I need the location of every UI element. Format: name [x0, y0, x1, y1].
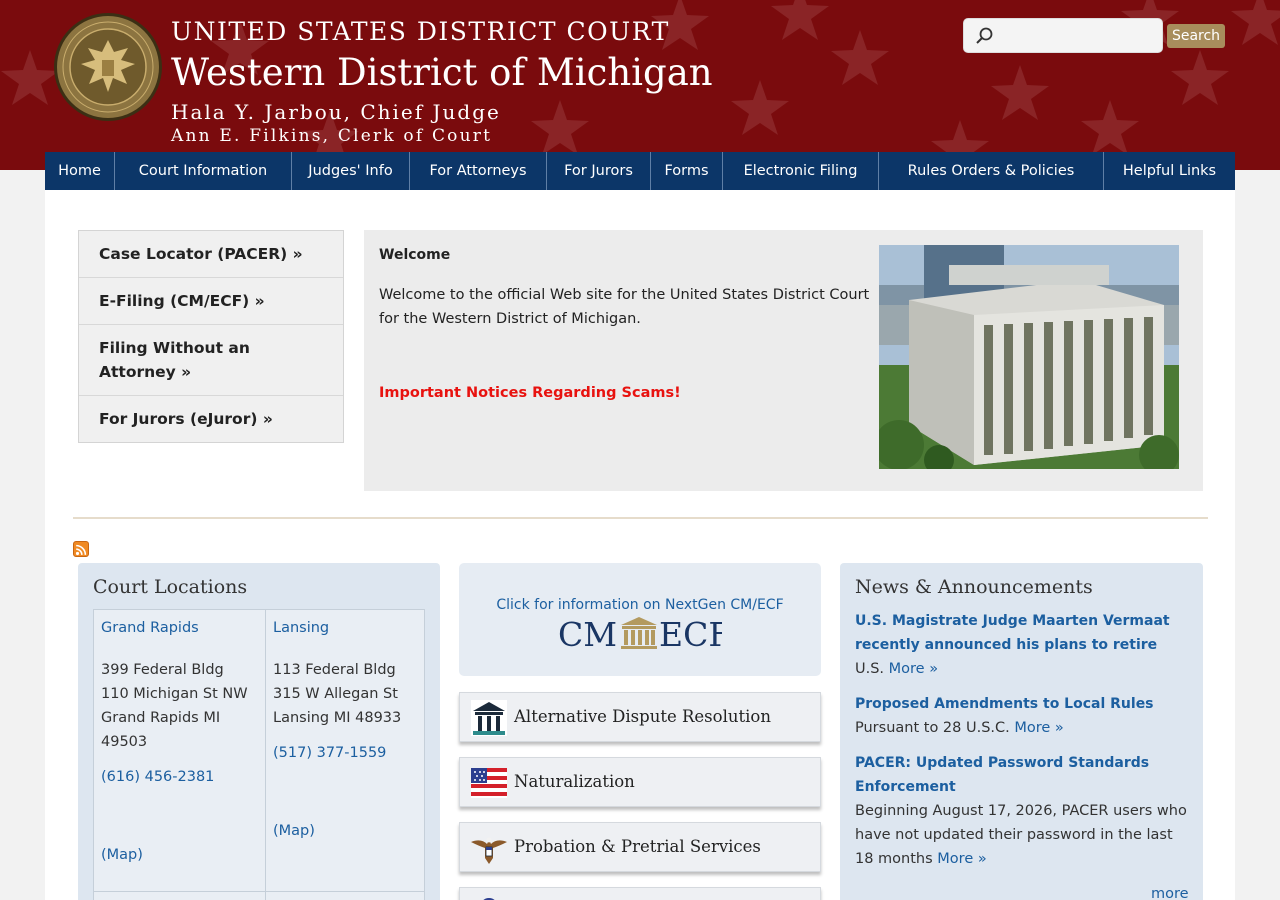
news-item-title[interactable]: Proposed Amendments to Local Rules [855, 692, 1190, 716]
district-name[interactable]: Western District of Michigan [171, 51, 713, 94]
location-lansing: Lansing 113 Federal Bldg 315 W Allegan S… [266, 610, 424, 900]
table-row-divider [266, 891, 424, 892]
location-phone-link[interactable]: (517) 377-1559 [273, 745, 386, 761]
locations-title: Court Locations [93, 576, 248, 598]
search-button[interactable]: Search [1167, 24, 1225, 48]
cmecf-logo-left: CM [558, 615, 617, 651]
service-label: Naturalization [514, 772, 635, 791]
welcome-panel: Welcome Welcome to the official Web site… [364, 230, 1203, 491]
search-icon [976, 27, 993, 44]
news-title: News & Announcements [855, 576, 1093, 598]
news-more-link[interactable]: More » [1014, 720, 1063, 736]
cmecf-logo-right: ECF [659, 615, 722, 651]
nav-helpful-links[interactable]: Helpful Links [1104, 152, 1235, 190]
address-line: Grand Rapids MI [101, 710, 221, 726]
service-label: Alternative Dispute Resolution [514, 707, 771, 726]
news-more-link[interactable]: More » [937, 851, 986, 867]
site-header: UNITED STATES DISTRICT COURT Western Dis… [0, 0, 1280, 170]
location-map-link[interactable]: (Map) [273, 823, 315, 839]
chief-judge: Hala Y. Jarbou, Chief Judge [171, 100, 501, 124]
news-item-text: U.S. [855, 661, 885, 677]
table-row-divider [94, 891, 265, 892]
cmecf-info-link[interactable]: Click for information on NextGen CM/ECF [459, 597, 821, 613]
location-city-link[interactable]: Grand Rapids [101, 620, 199, 636]
location-city-link[interactable]: Lansing [273, 620, 329, 636]
us-flag-icon [471, 768, 507, 798]
courthouse-icon [471, 700, 507, 736]
news-item-body: Pursuant to 28 U.S.C. More » [855, 716, 1190, 740]
news-item-title[interactable]: PACER: Updated Password Standards Enforc… [855, 751, 1190, 799]
service-icon [483, 898, 495, 900]
court-name: UNITED STATES DISTRICT COURT [171, 17, 670, 46]
service-probation-button[interactable]: Probation & Pretrial Services [459, 822, 821, 872]
address-line: 113 Federal Bldg [273, 662, 396, 678]
court-seal-icon[interactable] [53, 12, 163, 122]
location-phone-link[interactable]: (616) 456-2381 [101, 769, 214, 785]
service-naturalization-button[interactable]: Naturalization [459, 757, 821, 807]
service-additional-button[interactable] [459, 887, 821, 900]
news-item-text: Pursuant to 28 U.S.C. [855, 720, 1010, 736]
content-divider [73, 517, 1208, 519]
eagle-icon [471, 837, 507, 864]
news-announcements: News & Announcements U.S. Magistrate Jud… [840, 563, 1203, 900]
scam-notice-link[interactable]: Important Notices Regarding Scams! [379, 385, 681, 401]
welcome-intro: Welcome to the official Web site for the… [379, 287, 870, 327]
nav-forms[interactable]: Forms [651, 152, 723, 190]
news-item-text: Beginning August 17, 2026, PACER users w… [855, 803, 1187, 867]
nav-for-attorneys[interactable]: For Attorneys [410, 152, 547, 190]
cmecf-logo[interactable]: CM ECF [558, 615, 722, 651]
nav-court-information[interactable]: Court Information [115, 152, 292, 190]
address-line: 315 W Allegan St [273, 686, 398, 702]
nav-for-jurors[interactable]: For Jurors [547, 152, 651, 190]
address-line: 399 Federal Bldg [101, 662, 224, 678]
clerk-of-court: Ann E. Filkins, Clerk of Court [171, 126, 493, 146]
courthouse-photo [879, 245, 1179, 469]
search-field[interactable] [963, 18, 1163, 53]
address-line: 49503 [101, 734, 148, 750]
quick-link-ejuror[interactable]: For Jurors (eJuror) » [79, 396, 343, 442]
location-grand-rapids: Grand Rapids 399 Federal Bldg 110 Michig… [94, 610, 266, 900]
news-item-title[interactable]: U.S. Magistrate Judge Maarten Vermaat re… [855, 609, 1190, 657]
news-more-link[interactable]: More » [889, 661, 938, 677]
location-address: 399 Federal Bldg 110 Michigan St NW Gran… [101, 658, 248, 754]
service-adr-button[interactable]: Alternative Dispute Resolution [459, 692, 821, 742]
nav-rules-orders-policies[interactable]: Rules Orders & Policies [879, 152, 1104, 190]
location-map-link[interactable]: (Map) [101, 847, 143, 863]
cmecf-panel[interactable]: Click for information on NextGen CM/ECF … [459, 563, 821, 676]
quick-link-efiling[interactable]: E-Filing (CM/ECF) » [79, 278, 343, 325]
address-line: 110 Michigan St NW [101, 686, 248, 702]
rss-icon[interactable] [73, 541, 89, 557]
news-more-all-link[interactable]: more [1151, 886, 1189, 900]
location-address: 113 Federal Bldg 315 W Allegan St Lansin… [273, 658, 401, 730]
locations-table: Grand Rapids 399 Federal Bldg 110 Michig… [93, 609, 425, 900]
main-nav: Home Court Information Judges' Info For … [45, 152, 1235, 190]
nav-home[interactable]: Home [45, 152, 115, 190]
service-label: Probation & Pretrial Services [514, 837, 761, 856]
address-line: Lansing MI 48933 [273, 710, 402, 726]
quick-link-filing-without-attorney[interactable]: Filing Without an Attorney » [79, 325, 343, 396]
news-item-body: U.S. More » [855, 657, 1190, 681]
courthouse-icon [621, 617, 657, 649]
nav-electronic-filing[interactable]: Electronic Filing [723, 152, 879, 190]
search-input[interactable] [998, 25, 1158, 47]
nav-judges-info[interactable]: Judges' Info [292, 152, 410, 190]
court-locations: Court Locations Grand Rapids 399 Federal… [78, 563, 440, 900]
news-item-body: Beginning August 17, 2026, PACER users w… [855, 799, 1190, 871]
quick-link-pacer[interactable]: Case Locator (PACER) » [79, 231, 343, 278]
quick-links: Case Locator (PACER) » E-Filing (CM/ECF)… [78, 230, 344, 443]
news-list: U.S. Magistrate Judge Maarten Vermaat re… [855, 609, 1190, 882]
welcome-title: Welcome [379, 247, 451, 263]
